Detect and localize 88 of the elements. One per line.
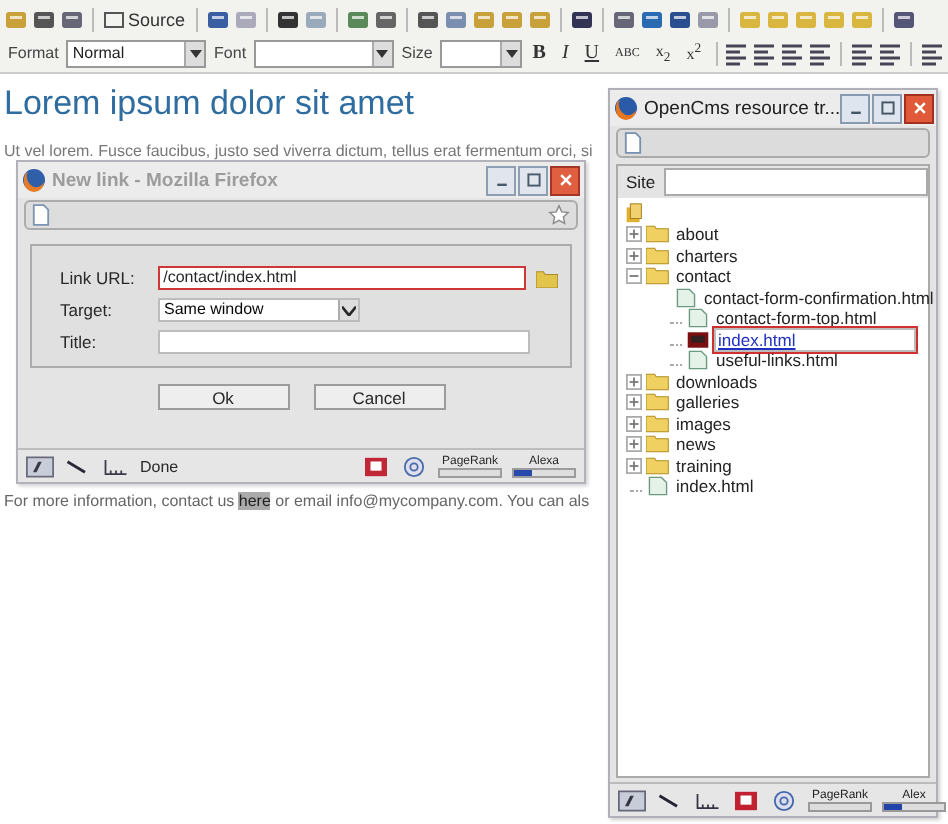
format-button[interactable]: x$_{2}$: [649, 41, 677, 65]
page-icon: [624, 132, 642, 154]
source-button[interactable]: Source: [102, 9, 188, 29]
size-label: Size: [401, 44, 433, 62]
window-title: OpenCms resource tr...: [644, 97, 841, 119]
expand-icon[interactable]: [626, 394, 642, 411]
format-button[interactable]: I: [555, 42, 575, 64]
site-label: Site: [624, 172, 658, 192]
field-label: Target:: [60, 300, 114, 320]
tree-item[interactable]: index.html: [674, 476, 756, 497]
tree-item[interactable]: images: [674, 413, 733, 434]
tree-item[interactable]: contact-form-top.html: [714, 308, 879, 329]
tree-item[interactable]: training: [674, 455, 734, 476]
format-button[interactable]: x$^{2}$: [680, 42, 708, 64]
text-link[interactable]: here: [238, 492, 271, 510]
expand-icon[interactable]: [626, 436, 642, 453]
close-button[interactable]: [904, 93, 935, 123]
tree-item[interactable]: news: [674, 434, 718, 455]
align-right-icon[interactable]: [780, 41, 805, 65]
tree-item[interactable]: about: [674, 224, 721, 245]
file-icon: [686, 329, 710, 350]
ruler-icon[interactable]: [694, 789, 722, 811]
firefox-icon: [614, 96, 638, 120]
align-left-icon[interactable]: [724, 41, 749, 65]
expand-icon[interactable]: [626, 373, 642, 390]
caret-icon: [376, 49, 389, 57]
star-icon[interactable]: [548, 204, 570, 226]
firefox-icon: [22, 168, 46, 192]
caret-icon: [189, 49, 202, 57]
close-button[interactable]: [550, 165, 580, 195]
format-label: Format: [8, 44, 59, 62]
window-title: New link - Mozilla Firefox: [52, 169, 280, 191]
file-icon: [686, 350, 710, 371]
close-icon: [911, 100, 928, 116]
maximize-icon: [879, 100, 896, 116]
close-icon: [557, 172, 573, 188]
expand-icon[interactable]: [626, 415, 642, 432]
caret-icon: [505, 49, 518, 57]
format-button[interactable]: U: [578, 42, 606, 64]
status-icon[interactable]: [26, 455, 54, 477]
file-icon: [686, 308, 710, 329]
target-dropdown[interactable]: Same window: [158, 298, 360, 322]
source-icon: [104, 11, 124, 27]
align-center-icon[interactable]: [752, 41, 777, 65]
status-icon[interactable]: [618, 789, 646, 811]
status-text: Done: [140, 457, 181, 475]
maximize-icon: [525, 172, 541, 188]
tree-item[interactable]: contact: [674, 266, 733, 287]
flag-icon[interactable]: [362, 455, 390, 477]
input-field[interactable]: [158, 330, 530, 354]
file-icon: [674, 287, 698, 308]
expand-icon[interactable]: [626, 226, 642, 243]
flag-icon[interactable]: [732, 789, 760, 811]
paragraph-text: Ut vel lorem. Fusce faucibus, justo sed viverra dictum, tellus erat fermentum orci, si: [4, 142, 593, 160]
at-sign-icon[interactable]: [400, 455, 428, 477]
collapse-icon[interactable]: [626, 268, 642, 285]
maximize-button[interactable]: [872, 93, 903, 123]
tree-item[interactable]: contact-form-confirmation.html: [702, 287, 936, 308]
field-label: Link URL:: [60, 268, 137, 288]
caret-icon: [342, 305, 356, 315]
input-field[interactable]: /contact/index.html: [157, 266, 527, 290]
site-field[interactable]: [663, 168, 928, 196]
tree-item[interactable]: useful-links.html: [714, 350, 840, 371]
expand-icon[interactable]: [626, 457, 642, 474]
minimize-button[interactable]: [486, 165, 516, 195]
tree-item[interactable]: index.html: [714, 327, 916, 352]
minimize-button[interactable]: [840, 93, 871, 123]
format-dropdown[interactable]: Normal: [66, 39, 207, 67]
root-icon: [624, 202, 644, 224]
dialog-button[interactable]: Ok: [157, 384, 289, 410]
field-label: Title:: [60, 332, 99, 352]
size-dropdown[interactable]: [440, 39, 523, 67]
page-icon: [32, 204, 50, 226]
dialog-button[interactable]: Cancel: [313, 384, 445, 410]
format-button[interactable]: B: [526, 42, 552, 64]
ruler-icon[interactable]: [102, 455, 130, 477]
font-label: Font: [214, 44, 247, 62]
paragraph-text: For more information, contact us here or email info@mycompany.com. You can als: [4, 492, 590, 510]
document-heading: Lorem ipsum dolor sit amet: [4, 84, 415, 124]
open-folder-icon: [646, 266, 670, 287]
tree-item[interactable]: galleries: [674, 392, 742, 413]
at-sign-icon[interactable]: [770, 789, 798, 811]
expand-icon[interactable]: [626, 247, 642, 264]
justify-icon[interactable]: [808, 41, 833, 65]
tree-item[interactable]: charters: [674, 245, 740, 266]
file-icon: [646, 476, 670, 497]
maximize-button[interactable]: [518, 165, 548, 195]
tree-item[interactable]: downloads: [674, 371, 760, 392]
